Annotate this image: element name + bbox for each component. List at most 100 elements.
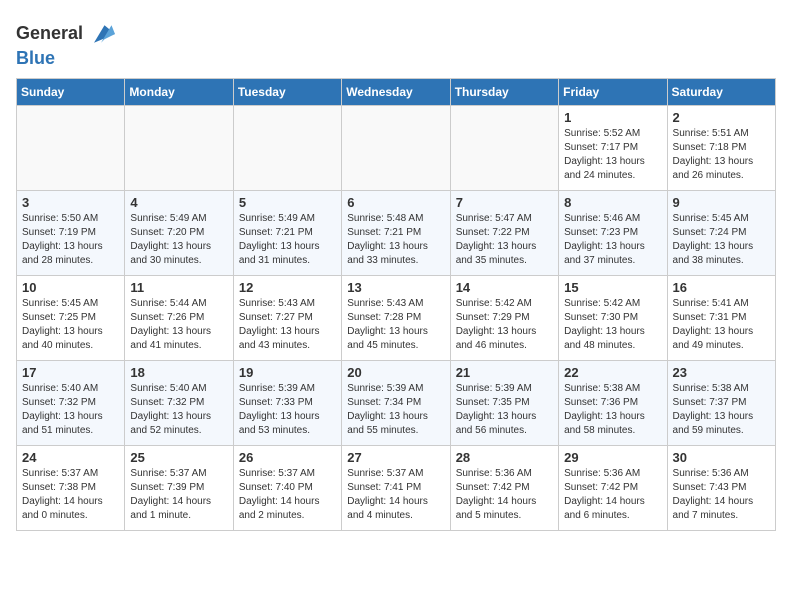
day-info: Sunrise: 5:40 AM Sunset: 7:32 PM Dayligh… <box>22 382 119 438</box>
calendar-cell: 23 Sunrise: 5:38 AM Sunset: 7:37 PM Dayli… <box>667 360 775 445</box>
logo-text: General <box>16 23 83 45</box>
day-number: 6 <box>347 195 444 210</box>
day-info: Sunrise: 5:37 AM Sunset: 7:40 PM Dayligh… <box>239 467 336 523</box>
calendar-cell: 7 Sunrise: 5:47 AM Sunset: 7:22 PM Daylig… <box>450 190 558 275</box>
day-number: 4 <box>130 195 227 210</box>
day-info: Sunrise: 5:39 AM Sunset: 7:35 PM Dayligh… <box>456 382 553 438</box>
day-info: Sunrise: 5:50 AM Sunset: 7:19 PM Dayligh… <box>22 212 119 268</box>
day-info: Sunrise: 5:38 AM Sunset: 7:37 PM Dayligh… <box>673 382 770 438</box>
day-info: Sunrise: 5:42 AM Sunset: 7:29 PM Dayligh… <box>456 297 553 353</box>
calendar-cell: 4 Sunrise: 5:49 AM Sunset: 7:20 PM Daylig… <box>125 190 233 275</box>
calendar-cell: 12 Sunrise: 5:43 AM Sunset: 7:27 PM Dayli… <box>233 275 341 360</box>
day-number: 19 <box>239 365 336 380</box>
day-number: 28 <box>456 450 553 465</box>
calendar-week-5: 24 Sunrise: 5:37 AM Sunset: 7:38 PM Dayli… <box>17 445 776 530</box>
day-number: 1 <box>564 110 661 125</box>
day-info: Sunrise: 5:41 AM Sunset: 7:31 PM Dayligh… <box>673 297 770 353</box>
day-number: 26 <box>239 450 336 465</box>
day-number: 10 <box>22 280 119 295</box>
day-info: Sunrise: 5:45 AM Sunset: 7:25 PM Dayligh… <box>22 297 119 353</box>
day-number: 11 <box>130 280 227 295</box>
day-info: Sunrise: 5:36 AM Sunset: 7:42 PM Dayligh… <box>564 467 661 523</box>
day-info: Sunrise: 5:37 AM Sunset: 7:41 PM Dayligh… <box>347 467 444 523</box>
logo-blue-text: Blue <box>16 48 55 70</box>
calendar-cell: 29 Sunrise: 5:36 AM Sunset: 7:42 PM Dayli… <box>559 445 667 530</box>
day-number: 18 <box>130 365 227 380</box>
day-info: Sunrise: 5:44 AM Sunset: 7:26 PM Dayligh… <box>130 297 227 353</box>
day-number: 14 <box>456 280 553 295</box>
day-info: Sunrise: 5:37 AM Sunset: 7:38 PM Dayligh… <box>22 467 119 523</box>
day-number: 2 <box>673 110 770 125</box>
calendar-cell: 13 Sunrise: 5:43 AM Sunset: 7:28 PM Dayli… <box>342 275 450 360</box>
calendar-cell: 25 Sunrise: 5:37 AM Sunset: 7:39 PM Dayli… <box>125 445 233 530</box>
day-number: 27 <box>347 450 444 465</box>
day-number: 24 <box>22 450 119 465</box>
weekday-header-monday: Monday <box>125 78 233 105</box>
day-number: 13 <box>347 280 444 295</box>
calendar-week-1: 1Sunrise: 5:52 AM Sunset: 7:17 PM Daylig… <box>17 105 776 190</box>
calendar-cell: 1Sunrise: 5:52 AM Sunset: 7:17 PM Daylig… <box>559 105 667 190</box>
calendar-cell: 24 Sunrise: 5:37 AM Sunset: 7:38 PM Dayli… <box>17 445 125 530</box>
calendar-cell: 21 Sunrise: 5:39 AM Sunset: 7:35 PM Dayli… <box>450 360 558 445</box>
day-number: 12 <box>239 280 336 295</box>
day-number: 3 <box>22 195 119 210</box>
calendar-cell: 30Sunrise: 5:36 AM Sunset: 7:43 PM Dayli… <box>667 445 775 530</box>
day-info: Sunrise: 5:48 AM Sunset: 7:21 PM Dayligh… <box>347 212 444 268</box>
calendar-cell: 28 Sunrise: 5:36 AM Sunset: 7:42 PM Dayli… <box>450 445 558 530</box>
calendar-cell: 16 Sunrise: 5:41 AM Sunset: 7:31 PM Dayli… <box>667 275 775 360</box>
day-info: Sunrise: 5:47 AM Sunset: 7:22 PM Dayligh… <box>456 212 553 268</box>
day-number: 17 <box>22 365 119 380</box>
day-info: Sunrise: 5:43 AM Sunset: 7:28 PM Dayligh… <box>347 297 444 353</box>
day-info: Sunrise: 5:42 AM Sunset: 7:30 PM Dayligh… <box>564 297 661 353</box>
calendar-cell: 17 Sunrise: 5:40 AM Sunset: 7:32 PM Dayli… <box>17 360 125 445</box>
day-number: 25 <box>130 450 227 465</box>
weekday-header-tuesday: Tuesday <box>233 78 341 105</box>
weekday-row: SundayMondayTuesdayWednesdayThursdayFrid… <box>17 78 776 105</box>
calendar-cell <box>17 105 125 190</box>
calendar-cell: 3 Sunrise: 5:50 AM Sunset: 7:19 PM Daylig… <box>17 190 125 275</box>
calendar-week-3: 10 Sunrise: 5:45 AM Sunset: 7:25 PM Dayli… <box>17 275 776 360</box>
day-number: 30 <box>673 450 770 465</box>
day-number: 16 <box>673 280 770 295</box>
calendar-cell: 22Sunrise: 5:38 AM Sunset: 7:36 PM Dayli… <box>559 360 667 445</box>
day-number: 8 <box>564 195 661 210</box>
calendar-cell: 6 Sunrise: 5:48 AM Sunset: 7:21 PM Daylig… <box>342 190 450 275</box>
calendar-cell: 20Sunrise: 5:39 AM Sunset: 7:34 PM Dayli… <box>342 360 450 445</box>
day-number: 15 <box>564 280 661 295</box>
calendar-cell <box>342 105 450 190</box>
calendar-week-4: 17 Sunrise: 5:40 AM Sunset: 7:32 PM Dayli… <box>17 360 776 445</box>
day-number: 5 <box>239 195 336 210</box>
calendar-header: SundayMondayTuesdayWednesdayThursdayFrid… <box>17 78 776 105</box>
calendar-body: 1Sunrise: 5:52 AM Sunset: 7:17 PM Daylig… <box>17 105 776 530</box>
calendar-cell: 14 Sunrise: 5:42 AM Sunset: 7:29 PM Dayli… <box>450 275 558 360</box>
calendar-cell <box>450 105 558 190</box>
day-info: Sunrise: 5:39 AM Sunset: 7:34 PM Dayligh… <box>347 382 444 438</box>
day-info: Sunrise: 5:36 AM Sunset: 7:42 PM Dayligh… <box>456 467 553 523</box>
calendar-cell: 11 Sunrise: 5:44 AM Sunset: 7:26 PM Dayli… <box>125 275 233 360</box>
day-number: 7 <box>456 195 553 210</box>
calendar-cell: 15 Sunrise: 5:42 AM Sunset: 7:30 PM Dayli… <box>559 275 667 360</box>
day-info: Sunrise: 5:51 AM Sunset: 7:18 PM Dayligh… <box>673 127 770 183</box>
calendar-cell: 27 Sunrise: 5:37 AM Sunset: 7:41 PM Dayli… <box>342 445 450 530</box>
day-info: Sunrise: 5:49 AM Sunset: 7:20 PM Dayligh… <box>130 212 227 268</box>
calendar-cell <box>233 105 341 190</box>
day-number: 23 <box>673 365 770 380</box>
day-number: 21 <box>456 365 553 380</box>
day-info: Sunrise: 5:40 AM Sunset: 7:32 PM Dayligh… <box>130 382 227 438</box>
weekday-header-wednesday: Wednesday <box>342 78 450 105</box>
day-number: 29 <box>564 450 661 465</box>
day-info: Sunrise: 5:49 AM Sunset: 7:21 PM Dayligh… <box>239 212 336 268</box>
day-number: 22 <box>564 365 661 380</box>
calendar-cell <box>125 105 233 190</box>
weekday-header-saturday: Saturday <box>667 78 775 105</box>
header: General Blue <box>16 16 776 70</box>
calendar-cell: 26 Sunrise: 5:37 AM Sunset: 7:40 PM Dayli… <box>233 445 341 530</box>
calendar-week-2: 3 Sunrise: 5:50 AM Sunset: 7:19 PM Daylig… <box>17 190 776 275</box>
day-info: Sunrise: 5:37 AM Sunset: 7:39 PM Dayligh… <box>130 467 227 523</box>
calendar: SundayMondayTuesdayWednesdayThursdayFrid… <box>16 78 776 531</box>
day-info: Sunrise: 5:43 AM Sunset: 7:27 PM Dayligh… <box>239 297 336 353</box>
day-info: Sunrise: 5:39 AM Sunset: 7:33 PM Dayligh… <box>239 382 336 438</box>
weekday-header-sunday: Sunday <box>17 78 125 105</box>
logo: General Blue <box>16 20 115 70</box>
calendar-cell: 9Sunrise: 5:45 AM Sunset: 7:24 PM Daylig… <box>667 190 775 275</box>
